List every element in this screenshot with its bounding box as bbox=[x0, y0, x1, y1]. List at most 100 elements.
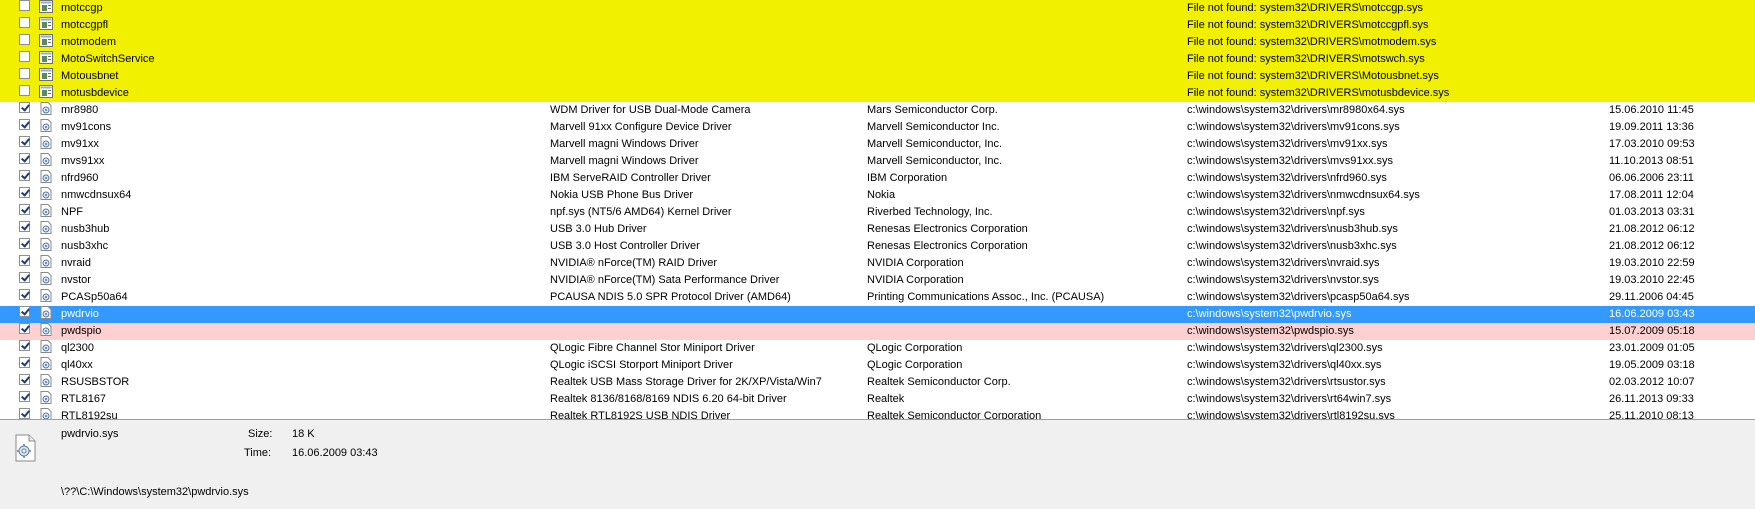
enable-checkbox[interactable] bbox=[19, 357, 30, 368]
table-row[interactable]: ql2300 QLogic Fibre Channel Stor Miniport… bbox=[0, 340, 1755, 357]
table-row[interactable]: Motousbnet File not found: system32\DRIVE… bbox=[0, 68, 1755, 85]
enable-checkbox[interactable] bbox=[19, 187, 30, 198]
table-row[interactable]: motccgp File not found: system32\DRIVERS\… bbox=[0, 0, 1755, 17]
enable-checkbox[interactable] bbox=[19, 102, 30, 113]
driver-image-path: File not found: system32\DRIVERS\motswch… bbox=[1187, 53, 1425, 65]
detail-full-path: \??\C:\Windows\system32\pwdrvio.sys bbox=[61, 486, 249, 498]
driver-description: USB 3.0 Host Controller Driver bbox=[550, 240, 700, 252]
driver-timestamp: 06.06.2006 23:11 bbox=[1609, 172, 1694, 184]
table-row[interactable]: RSUSBSTOR Realtek USB Mass Storage Driver… bbox=[0, 374, 1755, 391]
table-row[interactable]: nvstor NVIDIA® nForce(TM) Sata Performanc… bbox=[0, 272, 1755, 289]
enable-checkbox[interactable] bbox=[19, 34, 30, 45]
enable-checkbox[interactable] bbox=[19, 306, 30, 317]
driver-timestamp: 01.03.2013 03:31 bbox=[1609, 206, 1695, 218]
enable-checkbox[interactable] bbox=[19, 408, 30, 419]
driver-name: nvstor bbox=[61, 274, 91, 286]
driver-name: RTL8167 bbox=[61, 393, 107, 405]
enable-checkbox[interactable] bbox=[19, 68, 30, 79]
enable-checkbox[interactable] bbox=[19, 238, 30, 249]
driver-timestamp: 15.06.2010 11:45 bbox=[1609, 104, 1694, 116]
enable-checkbox[interactable] bbox=[19, 323, 30, 334]
enable-checkbox[interactable] bbox=[19, 51, 30, 62]
driver-publisher: Marvell Semiconductor, Inc. bbox=[867, 138, 1003, 150]
table-row[interactable]: motusbdevice File not found: system32\DRI… bbox=[0, 85, 1755, 102]
driver-image-path: c:\windows\system32\drivers\rt64win7.sys bbox=[1187, 393, 1392, 405]
table-row[interactable]: mr8980 WDM Driver for USB Dual-Mode Camer… bbox=[0, 102, 1755, 119]
driver-name: ql40xx bbox=[61, 359, 93, 371]
driver-name: motusbdevice bbox=[61, 87, 129, 99]
driver-description: PCAUSA NDIS 5.0 SPR Protocol Driver (AMD… bbox=[550, 291, 791, 303]
enable-checkbox[interactable] bbox=[19, 340, 30, 351]
table-row[interactable]: RTL8167 Realtek 8136/8168/8169 NDIS 6.20 … bbox=[0, 391, 1755, 408]
driver-file-icon bbox=[39, 221, 53, 234]
driver-name: nusb3xhc bbox=[61, 240, 109, 252]
table-row[interactable]: mvs91xx Marvell magni Windows Driver Marve… bbox=[0, 153, 1755, 170]
driver-name: mv91xx bbox=[61, 138, 99, 150]
driver-timestamp: 16.06.2009 03:43 bbox=[1609, 308, 1695, 320]
driver-name: motccgp bbox=[61, 2, 103, 14]
table-row[interactable]: pwdrvio c:\windows\system32\pwdrvio.sys 16… bbox=[0, 306, 1755, 323]
driver-timestamp: 21.08.2012 06:12 bbox=[1609, 223, 1695, 235]
table-row[interactable]: nusb3xhc USB 3.0 Host Controller Driver Re… bbox=[0, 238, 1755, 255]
driver-publisher: NVIDIA Corporation bbox=[867, 257, 964, 269]
driver-image-path: c:\windows\system32\drivers\rtsustor.sys bbox=[1187, 376, 1386, 388]
driver-publisher: Realtek Semiconductor Corporation bbox=[867, 410, 1042, 419]
enable-checkbox[interactable] bbox=[19, 391, 30, 402]
driver-publisher: Riverbed Technology, Inc. bbox=[867, 206, 993, 218]
detail-time-label: Time: bbox=[244, 447, 272, 459]
enable-checkbox[interactable] bbox=[19, 374, 30, 385]
table-row[interactable]: motccgpfl File not found: system32\DRIVER… bbox=[0, 17, 1755, 34]
enable-checkbox[interactable] bbox=[19, 221, 30, 232]
enable-checkbox[interactable] bbox=[19, 289, 30, 300]
table-row[interactable]: motmodem File not found: system32\DRIVERS… bbox=[0, 34, 1755, 51]
driver-name: nusb3hub bbox=[61, 223, 110, 235]
enable-checkbox[interactable] bbox=[19, 85, 30, 96]
driver-file-icon bbox=[39, 136, 53, 149]
table-row[interactable]: nmwcdnsux64 Nokia USB Phone Bus Driver Nok… bbox=[0, 187, 1755, 204]
driver-image-path: File not found: system32\DRIVERS\motusbd… bbox=[1187, 87, 1450, 99]
driver-timestamp: 29.11.2006 04:45 bbox=[1609, 291, 1694, 303]
driver-file-icon bbox=[39, 374, 53, 387]
driver-name: motmodem bbox=[61, 36, 117, 48]
table-row[interactable]: mv91cons Marvell 91xx Configure Device Dr… bbox=[0, 119, 1755, 136]
driver-name: RTL8192su bbox=[61, 410, 118, 419]
enable-checkbox[interactable] bbox=[19, 119, 30, 130]
driver-image-path: File not found: system32\DRIVERS\Motousb… bbox=[1187, 70, 1439, 82]
driver-file-icon bbox=[39, 119, 53, 132]
table-row[interactable]: ql40xx QLogic iSCSI Storport Miniport Dri… bbox=[0, 357, 1755, 374]
enable-checkbox[interactable] bbox=[19, 255, 30, 266]
system-file-icon bbox=[12, 434, 38, 462]
driver-missing-icon bbox=[39, 17, 53, 30]
enable-checkbox[interactable] bbox=[19, 272, 30, 283]
table-row[interactable]: PCASp50a64 PCAUSA NDIS 5.0 SPR Protocol D… bbox=[0, 289, 1755, 306]
driver-file-icon bbox=[39, 340, 53, 353]
enable-checkbox[interactable] bbox=[19, 170, 30, 181]
driver-file-icon bbox=[39, 323, 53, 336]
driver-image-path: File not found: system32\DRIVERS\motccgp… bbox=[1187, 2, 1423, 14]
table-row[interactable]: pwdspio c:\windows\system32\pwdspio.sys 15… bbox=[0, 323, 1755, 340]
table-row[interactable]: nusb3hub USB 3.0 Hub Driver Renesas Electr… bbox=[0, 221, 1755, 238]
driver-image-path: c:\windows\system32\drivers\nvstor.sys bbox=[1187, 274, 1379, 286]
enable-checkbox[interactable] bbox=[19, 153, 30, 164]
enable-checkbox[interactable] bbox=[19, 0, 30, 11]
driver-image-path: c:\windows\system32\pwdspio.sys bbox=[1187, 325, 1354, 337]
enable-checkbox[interactable] bbox=[19, 136, 30, 147]
driver-image-path: c:\windows\system32\drivers\mr8980x64.sy… bbox=[1187, 104, 1405, 116]
driver-file-icon bbox=[39, 306, 53, 319]
driver-description: Marvell 91xx Configure Device Driver bbox=[550, 121, 732, 133]
driver-missing-icon bbox=[39, 0, 53, 13]
table-row[interactable]: mv91xx Marvell magni Windows Driver Marvel… bbox=[0, 136, 1755, 153]
driver-timestamp: 19.05.2009 03:18 bbox=[1609, 359, 1695, 371]
driver-image-path: c:\windows\system32\drivers\ql40xx.sys bbox=[1187, 359, 1382, 371]
drivers-list[interactable]: motccgp File not found: system32\DRIVERS\… bbox=[0, 0, 1755, 419]
driver-publisher: QLogic Corporation bbox=[867, 342, 963, 354]
table-row[interactable]: nfrd960 IBM ServeRAID Controller Driver IB… bbox=[0, 170, 1755, 187]
table-row[interactable]: MotoSwitchService File not found: system3… bbox=[0, 51, 1755, 68]
driver-missing-icon bbox=[39, 51, 53, 64]
table-row[interactable]: nvraid NVIDIA® nForce(TM) RAID Driver NVID… bbox=[0, 255, 1755, 272]
enable-checkbox[interactable] bbox=[19, 204, 30, 215]
table-row[interactable]: RTL8192su Realtek RTL8192S USB NDIS Drive… bbox=[0, 408, 1755, 419]
driver-image-path: c:\windows\system32\drivers\nusb3xhc.sys bbox=[1187, 240, 1397, 252]
enable-checkbox[interactable] bbox=[19, 17, 30, 28]
table-row[interactable]: NPF npf.sys (NT5/6 AMD64) Kernel Driver Ri… bbox=[0, 204, 1755, 221]
